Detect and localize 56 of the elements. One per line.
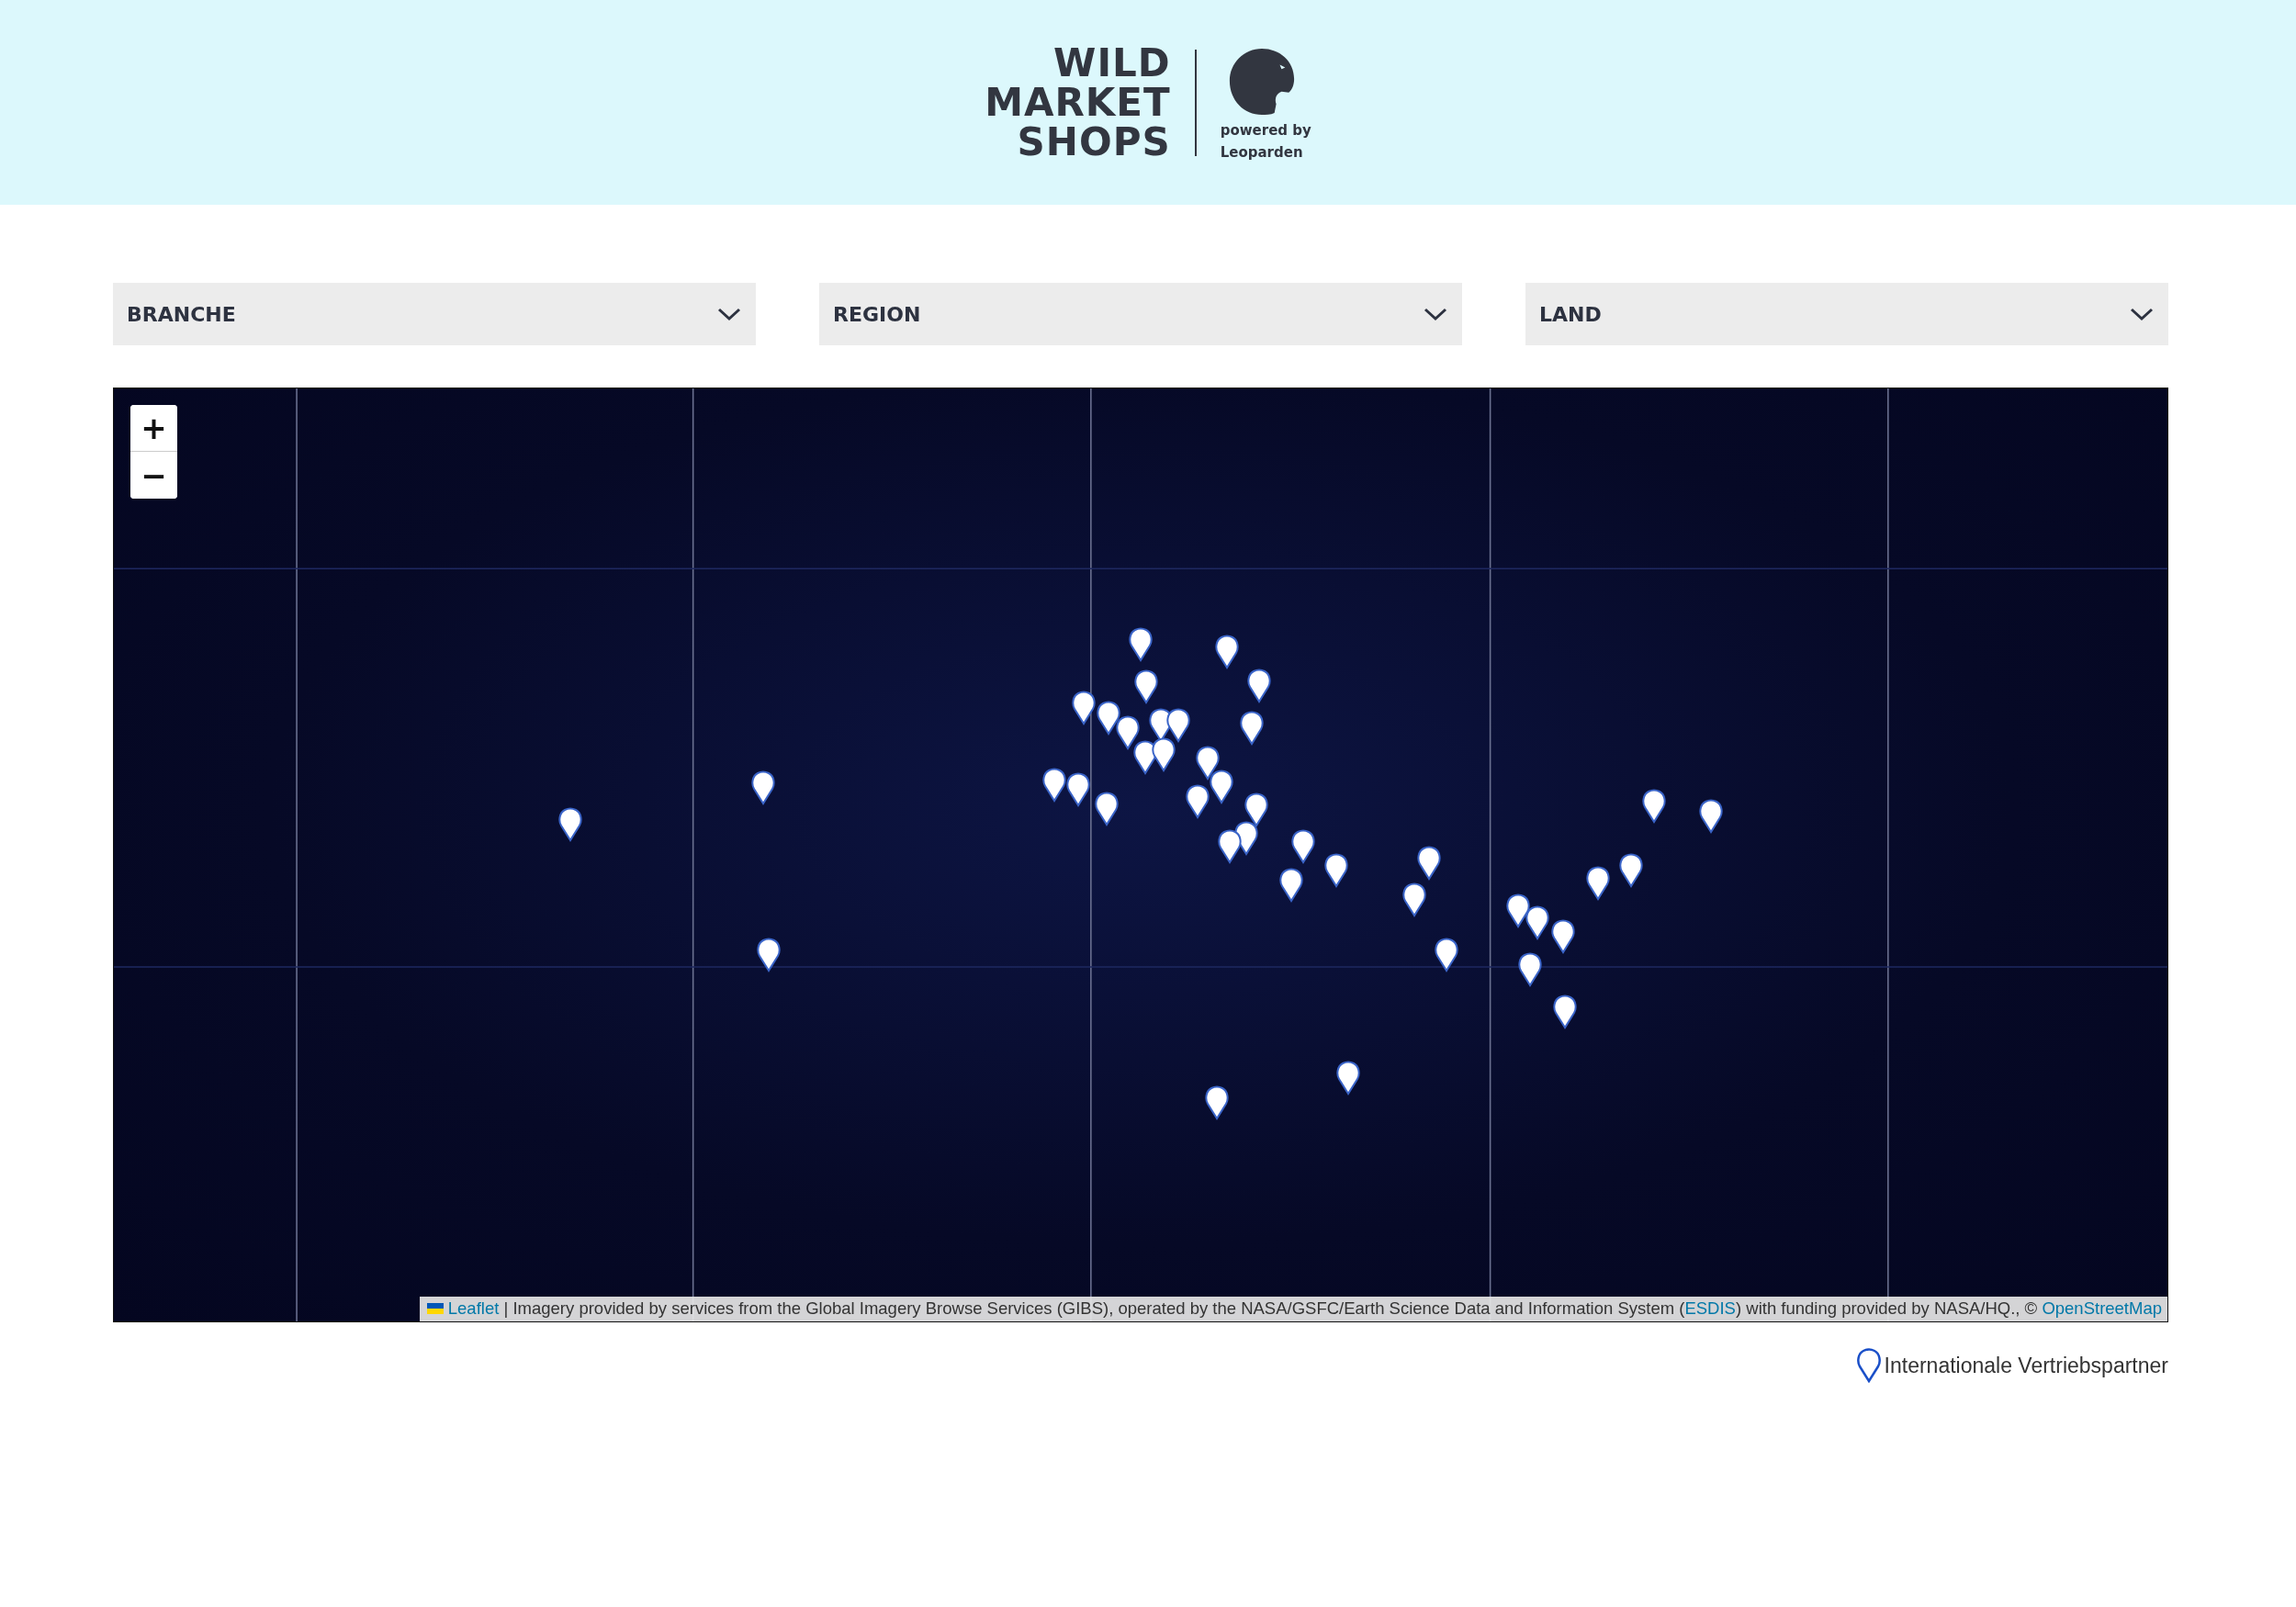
logo-wordmark-line: MARKET	[985, 83, 1171, 122]
map-marker-icon[interactable]	[1095, 791, 1120, 826]
attribution-text: Leaflet | Imagery provided by services from the Global Imagery Browse Services (GIBS), operated by the NASA/GSFC/Earth Science Data and Information System (ESDIS) with funding provided by NASA/HQ., © OpenStreetMap	[426, 1298, 2162, 1318]
map-marker-icon[interactable]	[1115, 714, 1140, 750]
chevron-down-icon	[2130, 307, 2154, 321]
map-marker-icon[interactable]	[1129, 627, 1153, 663]
logo-wordmark-line: SHOPS	[1017, 122, 1171, 162]
map-marker-icon[interactable]	[1586, 866, 1611, 902]
map-marker-icon[interactable]	[1218, 829, 1243, 865]
map-marker-icon[interactable]	[1290, 829, 1315, 865]
logo-wordmark-line: WILD	[1053, 43, 1171, 83]
powered-by-text: Leoparden	[1220, 143, 1303, 161]
map-marker-icon[interactable]	[1196, 746, 1221, 781]
map-marker-icon[interactable]	[1517, 952, 1542, 988]
map-marker-icon[interactable]	[1279, 867, 1304, 903]
map-marker-icon[interactable]	[751, 770, 776, 806]
map-marker-icon[interactable]	[1132, 739, 1157, 775]
map-marker-icon[interactable]	[1434, 938, 1458, 973]
map-marker-icon[interactable]	[1042, 768, 1067, 804]
map-marker-icon[interactable]	[1204, 1085, 1229, 1121]
map-marker-icon[interactable]	[1071, 690, 1096, 725]
map-marker-icon[interactable]	[1324, 852, 1349, 888]
filter-dropdown[interactable]: BRANCHE	[113, 283, 756, 345]
map-marker-icon[interactable]	[1401, 882, 1426, 917]
map-marker-icon[interactable]	[1240, 711, 1265, 747]
map-marker-icon[interactable]	[1525, 905, 1549, 941]
chevron-down-icon	[717, 307, 741, 321]
map-marker-icon[interactable]	[1552, 995, 1577, 1030]
map-marker-icon[interactable]	[1214, 635, 1239, 670]
map-marker-icon[interactable]	[1551, 918, 1576, 954]
map-marker-icon[interactable]	[1247, 668, 1271, 703]
legend-label: Internationale Vertriebspartner	[1884, 1353, 2168, 1378]
zoom-in-button[interactable]: +	[130, 405, 177, 452]
map-marker-icon[interactable]	[1166, 707, 1191, 743]
map-marker-icon[interactable]	[1065, 772, 1090, 807]
chevron-down-icon	[1424, 307, 1447, 321]
filter-dropdown[interactable]: LAND	[1525, 283, 2168, 345]
map-marker-icon[interactable]	[1699, 798, 1724, 834]
map-marker-icon[interactable]	[1505, 893, 1530, 929]
map-marker-icon[interactable]	[1244, 792, 1268, 828]
map-marker-icon[interactable]	[1134, 669, 1159, 705]
map-marker-icon[interactable]	[1096, 700, 1120, 736]
map-marker-icon[interactable]	[1336, 1061, 1361, 1096]
map-marker-icon[interactable]	[757, 938, 782, 973]
satellite-map[interactable]	[113, 388, 2168, 1322]
flag-icon	[426, 1303, 444, 1314]
map-marker-icon[interactable]	[1618, 852, 1643, 888]
map-marker-icon[interactable]	[557, 807, 582, 843]
powered-by-text: powered by	[1220, 121, 1311, 139]
map-marker-icon[interactable]	[1416, 845, 1441, 881]
map-marker-icon[interactable]	[1642, 788, 1666, 824]
map-marker-icon[interactable]	[1152, 736, 1176, 772]
filter-dropdown[interactable]: REGION	[819, 283, 1462, 345]
map-marker-icon[interactable]	[1209, 769, 1233, 804]
map-marker-icon[interactable]	[1186, 783, 1210, 819]
map-pin-outline-icon	[1856, 1348, 1881, 1383]
